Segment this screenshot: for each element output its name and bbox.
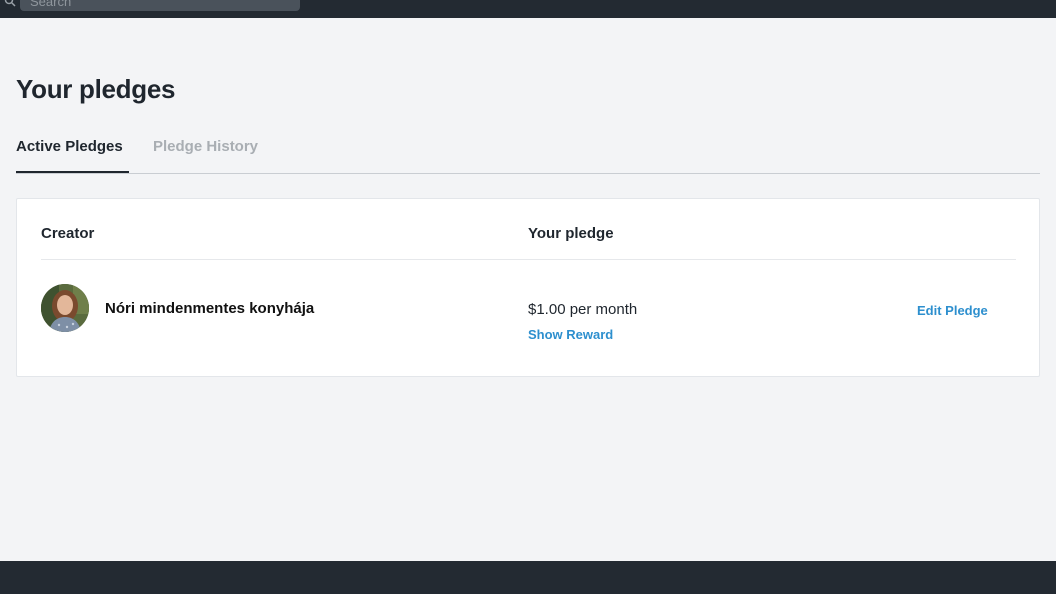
search-input[interactable] [30, 0, 290, 11]
pledges-table-card: Creator Your pledge Nóri mindenmentes ko… [16, 198, 1040, 377]
search-box[interactable] [4, 0, 300, 11]
table-divider [41, 259, 1016, 260]
tab-active-pledges[interactable]: Active Pledges [16, 138, 129, 173]
tab-pledge-history[interactable]: Pledge History [153, 138, 258, 173]
creator-name[interactable]: Nóri mindenmentes konyhája [105, 300, 314, 317]
page-title: Your pledges [16, 74, 176, 104]
creator-avatar[interactable] [41, 284, 89, 332]
edit-pledge-link[interactable]: Edit Pledge [917, 303, 988, 318]
pledge-amount: $1.00 per month [528, 301, 638, 318]
show-reward-link[interactable]: Show Reward [528, 327, 613, 342]
search-icon [4, 0, 16, 7]
top-navigation-bar [0, 0, 1056, 18]
pledge-tabs: Active Pledges Pledge History [16, 130, 1040, 174]
page-footer [0, 561, 1056, 594]
column-header-creator: Creator [41, 225, 95, 242]
column-header-your-pledge: Your pledge [528, 225, 614, 242]
